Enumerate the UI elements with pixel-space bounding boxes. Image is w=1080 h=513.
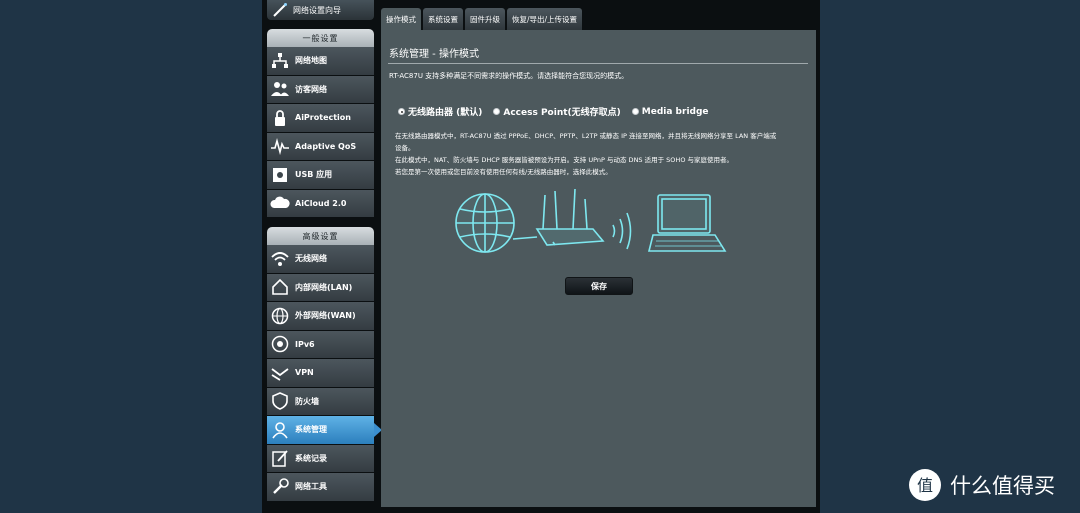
mode-description: 在无线路由器模式中，RT-AC87U 透过 PPPoE、DHCP、PPTP、L2… bbox=[395, 130, 805, 178]
sidebar-item-label: 网络工具 bbox=[295, 482, 327, 492]
router-icon bbox=[535, 188, 605, 246]
advanced-settings-group: 高级设置 无线网络内部网络(LAN) 外部网络(WAN) IPv6 VPN 防火墙系统管… bbox=[267, 227, 382, 502]
mode-access-point-label: Access Point(无线存取点) bbox=[503, 108, 621, 118]
watermark-logo-glyph: 值 bbox=[917, 476, 933, 495]
ipv6-icon bbox=[271, 336, 289, 353]
guest-network-icon bbox=[271, 82, 289, 97]
aiprotection-icon bbox=[275, 109, 285, 126]
sidebar-item-aiprotection[interactable]: AiProtection bbox=[267, 104, 374, 133]
sidebar-item-syslog[interactable]: 系统记录 bbox=[267, 444, 374, 473]
sidebar-item-label: 外部网络(WAN) bbox=[295, 311, 356, 321]
sidebar-item-ipv6[interactable]: IPv6 bbox=[267, 330, 374, 359]
sidebar-item-label: 内部网络(LAN) bbox=[295, 282, 353, 292]
sidebar-item-qos[interactable]: Adaptive QoS bbox=[267, 132, 374, 161]
quick-setup-label: 网络设置向导 bbox=[293, 5, 341, 15]
watermark: 值 什么值得买 bbox=[908, 468, 1055, 502]
mode-access-point[interactable]: Access Point(无线存取点) bbox=[493, 105, 621, 118]
sidebar-item-label: VPN bbox=[295, 368, 314, 378]
wireless-router-illustration bbox=[455, 188, 727, 253]
radio-wireless-router[interactable] bbox=[398, 108, 405, 115]
sidebar-item-network-tools[interactable]: 网络工具 bbox=[267, 473, 374, 502]
mode-media-bridge-label: Media bridge bbox=[641, 106, 709, 117]
sidebar-item-label: AiProtection bbox=[295, 113, 351, 123]
general-settings-group: 一般设置 网络地图访客网络 AiProtection Adaptive QoS USB… bbox=[267, 29, 374, 218]
sidebar-item-aicloud[interactable]: AiCloud 2.0 bbox=[267, 189, 374, 218]
content-panel: 系统管理 - 操作模式 RT-AC87U 支持多种满足不同需求的操作模式。请选择… bbox=[381, 30, 816, 507]
page-title: 系统管理 - 操作模式 bbox=[389, 49, 479, 60]
admin-icon bbox=[272, 421, 288, 439]
sidebar-item-wireless[interactable]: 无线网络 bbox=[267, 245, 374, 274]
cable-line bbox=[512, 236, 538, 240]
title-divider bbox=[388, 63, 808, 64]
sidebar-item-lan[interactable]: 内部网络(LAN) bbox=[267, 273, 374, 302]
tab-restore-save-upload[interactable]: 恢复/导出/上传设置 bbox=[507, 8, 583, 30]
sidebar-item-label: AiCloud 2.0 bbox=[295, 198, 347, 208]
sidebar-item-admin[interactable]: 系统管理 bbox=[267, 416, 382, 445]
sidebar-item-wan[interactable]: 外部网络(WAN) bbox=[267, 302, 374, 331]
aicloud-icon bbox=[270, 196, 290, 209]
wifi-waves-icon bbox=[612, 212, 632, 250]
mode-media-bridge[interactable]: Media bridge bbox=[631, 105, 709, 118]
watermark-text: 什么值得买 bbox=[950, 474, 1055, 498]
sidebar-item-label: IPv6 bbox=[295, 339, 315, 349]
network-map-icon bbox=[272, 52, 288, 68]
radio-access-point[interactable] bbox=[493, 108, 501, 115]
sidebar-item-label: 无线网络 bbox=[295, 254, 327, 264]
qos-icon bbox=[271, 138, 289, 156]
wireless-icon bbox=[271, 251, 289, 266]
vpn-icon bbox=[271, 368, 289, 381]
sidebar-item-firewall[interactable]: 防火墙 bbox=[267, 387, 374, 416]
globe-icon bbox=[455, 193, 515, 253]
wan-icon bbox=[271, 307, 289, 324]
laptop-icon bbox=[647, 194, 727, 252]
watermark-logo-icon: 值 bbox=[909, 469, 941, 501]
description-line: 若您是第一次使用或您目前没有使用任何有线/无线路由器时，选择此模式。 bbox=[395, 168, 612, 176]
sidebar-item-label: 访客网络 bbox=[295, 84, 327, 94]
save-button[interactable]: 保存 bbox=[565, 277, 633, 295]
tab-operation-mode[interactable]: 操作模式 bbox=[381, 8, 421, 30]
firewall-icon bbox=[272, 392, 288, 411]
sidebar-item-label: 系统记录 bbox=[295, 453, 327, 463]
mode-wireless-router[interactable]: 无线路由器 (默认) bbox=[398, 105, 482, 118]
tab-bar: 操作模式 系统设置 固件升级 恢复/导出/上传设置 bbox=[381, 8, 583, 30]
sidebar-item-guest-network[interactable]: 访客网络 bbox=[267, 75, 374, 104]
sidebar-item-label: 防火墙 bbox=[295, 396, 319, 406]
usb-app-icon bbox=[273, 167, 287, 182]
syslog-icon bbox=[272, 450, 288, 467]
sidebar-item-label: 系统管理 bbox=[295, 425, 327, 435]
sidebar-item-network-map[interactable]: 网络地图 bbox=[267, 47, 374, 76]
network-tools-icon bbox=[273, 477, 289, 494]
radio-media-bridge[interactable] bbox=[631, 108, 639, 115]
sidebar-item-label: USB 应用 bbox=[295, 170, 333, 180]
sidebar-item-usb-app[interactable]: USB 应用 bbox=[267, 161, 374, 190]
general-settings-heading: 一般设置 bbox=[267, 29, 374, 47]
lan-icon bbox=[272, 279, 288, 296]
tab-firmware-upgrade[interactable]: 固件升级 bbox=[465, 8, 505, 30]
advanced-settings-heading: 高级设置 bbox=[267, 227, 374, 245]
description-line: 在此模式中，NAT、防火墙与 DHCP 服务器皆被预设为开启。支持 UPnP 与… bbox=[395, 156, 733, 164]
operation-mode-options: 无线路由器 (默认) Access Point(无线存取点) Media bri… bbox=[398, 105, 720, 118]
sidebar-item-label: Adaptive QoS bbox=[295, 141, 357, 151]
description-line: 设备。 bbox=[395, 144, 415, 152]
mode-wireless-router-label: 无线路由器 (默认) bbox=[408, 108, 483, 118]
intro-text: RT-AC87U 支持多种满足不同需求的操作模式。请选择能符合您现况的模式。 bbox=[389, 72, 629, 80]
sidebar-item-vpn[interactable]: VPN bbox=[267, 359, 374, 388]
quick-setup-button[interactable]: 网络设置向导 bbox=[267, 0, 374, 20]
wand-icon bbox=[273, 3, 287, 17]
sidebar-item-label: 网络地图 bbox=[295, 56, 327, 66]
description-line: 在无线路由器模式中，RT-AC87U 透过 PPPoE、DHCP、PPTP、L2… bbox=[395, 132, 777, 140]
tab-system-settings[interactable]: 系统设置 bbox=[423, 8, 463, 30]
